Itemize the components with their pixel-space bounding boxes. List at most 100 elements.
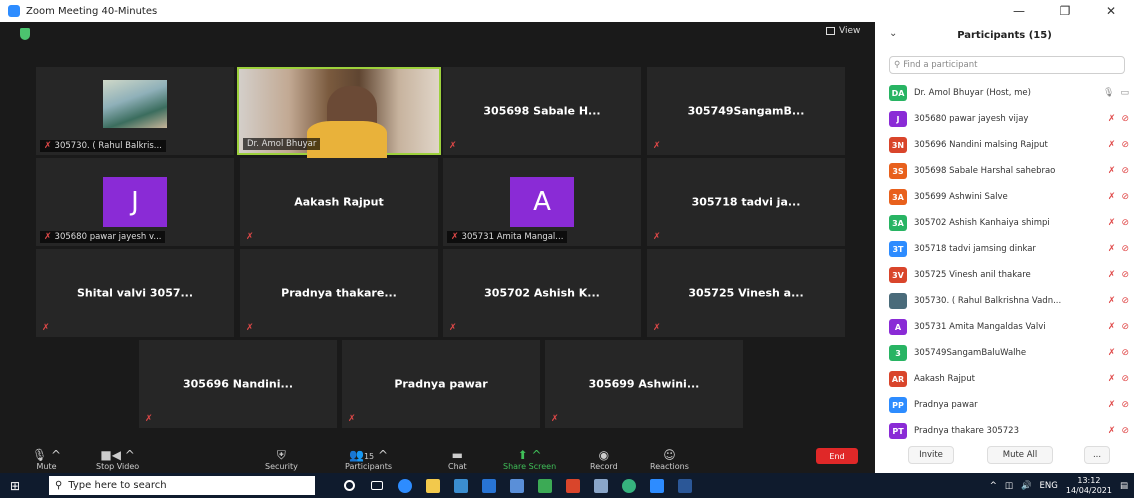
maximize-button[interactable]: ❐: [1042, 0, 1088, 22]
video-tile[interactable]: Pradnya pawar ✗: [342, 340, 540, 428]
zoom-taskbar-icon[interactable]: [643, 473, 671, 498]
clock-time: 13:12: [1077, 475, 1101, 485]
windows-start-icon[interactable]: ⊞: [0, 473, 30, 498]
notifications-icon[interactable]: ▤: [1120, 481, 1128, 491]
shield-icon: ⛨: [276, 448, 286, 462]
participant-row[interactable]: DA Dr. Amol Bhuyar (Host, me) 🎙 ▭: [889, 80, 1129, 106]
video-tile[interactable]: 305699 Ashwini... ✗: [545, 340, 743, 428]
participant-name: Pradnya pawar: [914, 400, 978, 410]
video-tile[interactable]: ✗ 305730. ( Rahul Balkris...: [36, 67, 234, 155]
photos-icon[interactable]: [503, 473, 531, 498]
app-icon-q[interactable]: [615, 473, 643, 498]
participant-row[interactable]: J 305680 pawar jayesh vijay ✗ ⊘: [889, 106, 1129, 132]
participants-icon: 👥15 ^: [348, 448, 388, 462]
participant-row[interactable]: 3A 305699 Ashwini Salve ✗ ⊘: [889, 184, 1129, 210]
participant-name: 305718 tadvi ja...: [691, 195, 801, 209]
participant-name: 305702 Ashish K...: [484, 286, 600, 300]
mail-icon[interactable]: [475, 473, 503, 498]
muted-mic-icon: ✗: [551, 414, 559, 424]
muted-mic-icon: ✗: [246, 232, 254, 242]
video-tile[interactable]: 305702 Ashish K... ✗: [443, 249, 641, 337]
muted-mic-icon: ✗: [42, 323, 50, 333]
app-icon-green[interactable]: [531, 473, 559, 498]
edge-icon[interactable]: [391, 473, 419, 498]
video-camera-icon: ▭: [1120, 88, 1129, 98]
participant-status-icons: ✗ ⊘: [1093, 426, 1129, 436]
chat-button[interactable]: ▬ Chat: [448, 448, 467, 471]
end-meeting-button[interactable]: End: [816, 448, 858, 464]
app-icon-grid[interactable]: [587, 473, 615, 498]
participant-row[interactable]: PP Pradnya pawar ✗ ⊘: [889, 392, 1129, 418]
clock[interactable]: 13:12 14/04/2021: [1066, 476, 1112, 496]
muted-mic-icon: ✗: [1107, 400, 1116, 410]
muted-mic-icon: ✗: [246, 323, 254, 333]
mute-all-button[interactable]: Mute All: [987, 446, 1053, 464]
participant-name: 305680 pawar jayesh vijay: [914, 114, 1029, 124]
video-off-icon: ⊘: [1121, 114, 1129, 124]
active-speaker-tile[interactable]: Dr. Amol Bhuyar ✗: [237, 67, 459, 162]
video-tile[interactable]: 305725 Vinesh a... ✗: [647, 249, 845, 337]
participant-row[interactable]: 3 305749SangamBaluWalhe ✗ ⊘: [889, 340, 1129, 366]
participant-status-icons: ✗ ⊘: [1093, 140, 1129, 150]
minimize-button[interactable]: —: [996, 0, 1042, 22]
system-tray: ^ ◫ 🔊 ENG 13:12 14/04/2021 ▤: [990, 473, 1134, 498]
participant-avatar: PP: [889, 397, 907, 413]
video-tile[interactable]: 305718 tadvi ja... ✗: [647, 158, 845, 246]
reactions-button[interactable]: ☺ Reactions: [650, 448, 689, 471]
video-tile[interactable]: 305698 Sabale H... ✗: [443, 67, 641, 155]
muted-mic-icon: ✗: [1107, 166, 1116, 176]
video-tile[interactable]: A ✗ 305731 Amita Mangal...: [443, 158, 641, 246]
video-off-icon: ⊘: [1121, 218, 1129, 228]
participant-name: Shital valvi 3057...: [76, 286, 194, 300]
mute-button[interactable]: 🎙 ^ Mute: [32, 448, 61, 471]
search-placeholder: Find a participant: [903, 60, 978, 70]
profile-photo: [103, 79, 167, 128]
taskbar-search-input[interactable]: ⚲ Type here to search: [49, 476, 315, 495]
muted-mic-icon: ✗: [1107, 140, 1116, 150]
video-tile[interactable]: Shital valvi 3057... ✗: [36, 249, 234, 337]
participant-row[interactable]: AR Aakash Rajput ✗ ⊘: [889, 366, 1129, 392]
participant-row[interactable]: PT Pradnya thakare 305723 ✗ ⊘: [889, 418, 1129, 444]
network-icon[interactable]: ◫: [1005, 481, 1013, 491]
close-button[interactable]: ✕: [1088, 0, 1134, 22]
video-off-icon: ⊘: [1121, 374, 1129, 384]
volume-icon[interactable]: 🔊: [1021, 481, 1032, 491]
invite-button[interactable]: Invite: [908, 446, 954, 464]
participant-row[interactable]: 3T 305718 tadvi jamsing dinkar ✗ ⊘: [889, 236, 1129, 262]
participant-row[interactable]: A 305731 Amita Mangaldas Valvi ✗ ⊘: [889, 314, 1129, 340]
file-explorer-icon[interactable]: [419, 473, 447, 498]
word-icon[interactable]: [671, 473, 699, 498]
record-button[interactable]: ◉ Record: [590, 448, 618, 471]
participant-name: 305699 Ashwini Salve: [914, 192, 1008, 202]
view-button[interactable]: View: [826, 26, 860, 36]
participant-name: 305696 Nandini...: [183, 377, 293, 391]
language-indicator[interactable]: ENG: [1040, 481, 1058, 491]
video-tile[interactable]: 305696 Nandini... ✗: [139, 340, 337, 428]
share-screen-button[interactable]: ⬆ ^ Share Screen: [503, 448, 556, 471]
tile-label: ✗ 305730. ( Rahul Balkris...: [40, 140, 166, 152]
participant-row[interactable]: 3A 305702 Ashish Kanhaiya shimpi ✗ ⊘: [889, 210, 1129, 236]
participant-row[interactable]: 305730. ( Rahul Balkrishna Vadn... ✗ ⊘: [889, 288, 1129, 314]
search-icon: ⚲: [894, 60, 901, 70]
participant-search-input[interactable]: ⚲ Find a participant: [889, 56, 1125, 74]
security-button[interactable]: ⛨ Security: [265, 448, 298, 471]
stop-video-button[interactable]: ■◀ ^ Stop Video: [96, 448, 139, 471]
participant-row[interactable]: 3S 305698 Sabale Harshal sahebrao ✗ ⊘: [889, 158, 1129, 184]
panel-footer: Invite Mute All ...: [875, 442, 1134, 468]
video-tile[interactable]: Aakash Rajput ✗: [240, 158, 438, 246]
cortana-icon[interactable]: [335, 473, 363, 498]
app-icon-red[interactable]: [559, 473, 587, 498]
video-tile[interactable]: Pradnya thakare... ✗: [240, 249, 438, 337]
encryption-shield-icon[interactable]: [20, 28, 30, 40]
video-tile[interactable]: 305749SangamB... ✗: [647, 67, 845, 155]
muted-mic-icon: ✗: [449, 141, 457, 151]
chevron-up-icon[interactable]: ^: [990, 481, 997, 491]
participant-name: 305749SangamBaluWalhe: [914, 348, 1027, 358]
participant-row[interactable]: 3V 305725 Vinesh anil thakare ✗ ⊘: [889, 262, 1129, 288]
video-tile[interactable]: J ✗ 305680 pawar jayesh v...: [36, 158, 234, 246]
participants-button[interactable]: 👥15 ^ Participants: [345, 448, 392, 471]
participant-row[interactable]: 3N 305696 Nandini malsing Rajput ✗ ⊘: [889, 132, 1129, 158]
more-options-button[interactable]: ...: [1084, 446, 1110, 464]
store-icon[interactable]: [447, 473, 475, 498]
task-view-icon[interactable]: [363, 473, 391, 498]
